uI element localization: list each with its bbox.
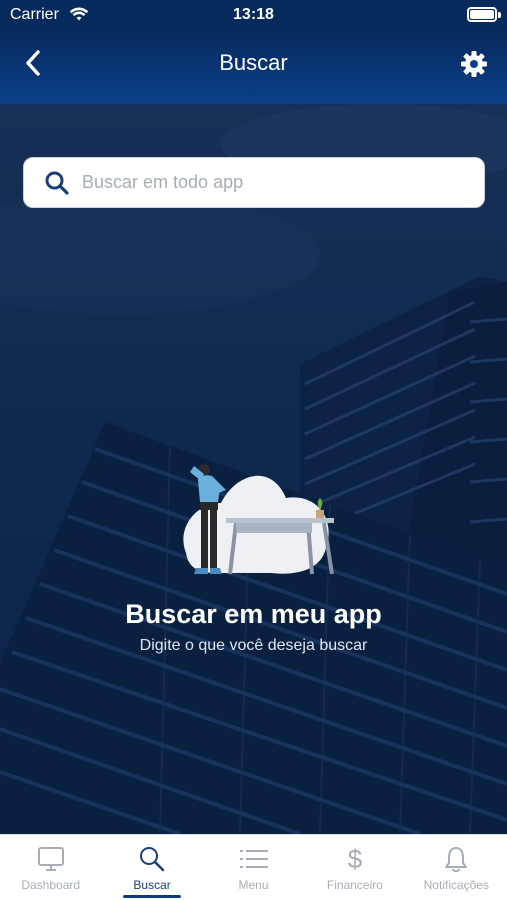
tab-bar: Dashboard Buscar Menu $ Financeiro Notif… — [0, 834, 507, 900]
empty-state-title: Buscar em meu app — [125, 599, 382, 629]
tab-financeiro[interactable]: $ Financeiro — [304, 835, 405, 900]
page-title: Buscar — [219, 50, 288, 75]
battery-icon — [467, 7, 497, 22]
dollar-icon: $ — [343, 845, 367, 873]
empty-state-illustration — [176, 458, 341, 580]
tab-label: Menu — [238, 878, 269, 892]
search-icon — [137, 845, 167, 873]
status-bar: Carrier 13:18 — [0, 0, 507, 32]
gear-icon — [460, 50, 488, 83]
battery-tip — [498, 12, 501, 18]
search-icon — [44, 170, 70, 196]
svg-text:$: $ — [348, 845, 363, 873]
tab-buscar[interactable]: Buscar — [101, 835, 202, 900]
settings-button[interactable] — [457, 49, 491, 83]
tab-label: Notificações — [423, 878, 490, 892]
tab-label: Financeiro — [326, 878, 383, 892]
empty-state-subtitle: Digite o que você deseja buscar — [139, 637, 368, 654]
tab-notificacoes[interactable]: Notificações — [406, 835, 507, 900]
clock: 13:18 — [233, 6, 274, 23]
tab-label: Dashboard — [21, 878, 81, 892]
search-bar[interactable] — [23, 157, 485, 208]
bell-icon — [442, 845, 470, 873]
tab-menu[interactable]: Menu — [203, 835, 304, 900]
active-tab-indicator — [123, 895, 181, 898]
search-input[interactable] — [82, 172, 442, 193]
monitor-icon — [36, 845, 66, 873]
tab-label: Buscar — [133, 878, 171, 892]
tab-dashboard[interactable]: Dashboard — [0, 835, 101, 900]
navigation-bar: Buscar — [0, 32, 507, 104]
list-icon — [238, 845, 270, 873]
